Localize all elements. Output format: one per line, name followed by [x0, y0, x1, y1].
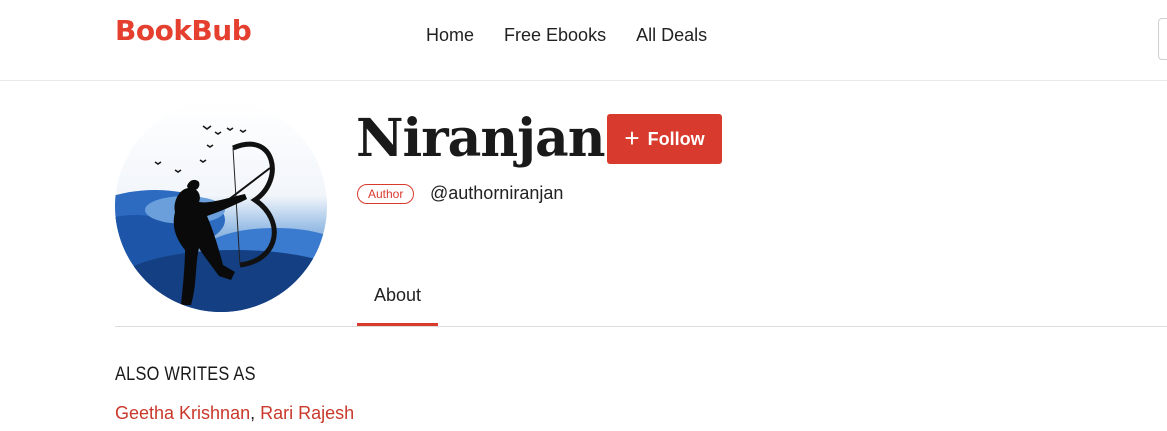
site-header: BookBub Home Free Ebooks All Deals [0, 0, 1167, 81]
search-box-edge[interactable] [1158, 18, 1167, 60]
nav-free-ebooks-link[interactable]: Free Ebooks [504, 25, 606, 46]
author-avatar [115, 100, 327, 312]
author-role-badge: Author [357, 184, 415, 204]
nav-all-deals-link[interactable]: All Deals [636, 25, 707, 46]
follow-button[interactable]: + Follow [607, 114, 722, 164]
main-nav: Home Free Ebooks All Deals [426, 25, 707, 46]
author-name: Niranjan [356, 108, 605, 169]
tab-about[interactable]: About [357, 268, 438, 326]
follow-button-label: Follow [647, 128, 705, 149]
nav-home-link[interactable]: Home [426, 25, 474, 46]
pen-name-separator: , [250, 403, 256, 423]
plus-icon: + [624, 123, 640, 153]
pen-name-link[interactable]: Geetha Krishnan [115, 403, 250, 423]
author-handle: @authorniranjan [430, 183, 564, 203]
bookbub-logo[interactable]: BookBub [115, 14, 252, 47]
author-profile-page: BookBub Home Free Ebooks All Deals Niran… [0, 0, 1167, 431]
pen-names-list: Geetha Krishnan, Rari Rajesh [115, 403, 354, 424]
pen-name-link[interactable]: Rari Rajesh [260, 403, 354, 423]
tabs-divider [115, 326, 1167, 327]
also-writes-as-heading: ALSO WRITES AS [115, 364, 256, 385]
archer-silhouette-avatar-icon [115, 100, 327, 312]
